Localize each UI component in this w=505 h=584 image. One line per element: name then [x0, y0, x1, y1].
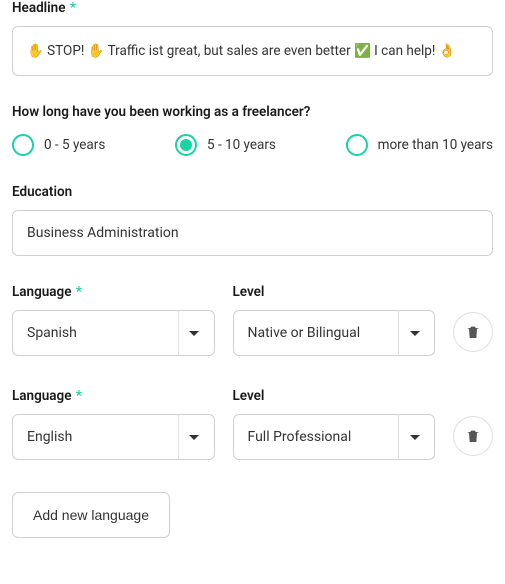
level-select[interactable]: Native or Bilingual — [233, 310, 436, 356]
education-label: Education — [12, 184, 493, 200]
freelancer-duration-field: How long have you been working as a free… — [12, 104, 493, 156]
language-column: Language * Spanish — [12, 284, 215, 356]
language-label: Language * — [12, 284, 215, 300]
headline-input[interactable]: ✋ STOP! ✋ Traffic ist great, but sales a… — [12, 26, 493, 76]
language-select-wrap: Spanish — [12, 310, 215, 356]
language-select-wrap: English — [12, 414, 215, 460]
radio-option-0-5[interactable]: 0 - 5 years — [12, 134, 105, 156]
required-asterisk: * — [76, 284, 82, 300]
language-select[interactable]: English — [12, 414, 215, 460]
radio-circle-icon — [12, 134, 34, 156]
level-column: Level Full Professional — [233, 388, 436, 460]
language-label-text: Language — [12, 284, 72, 300]
language-row: Language * Spanish Level Native or Bilin… — [12, 284, 493, 356]
radio-circle-icon — [175, 134, 197, 156]
delete-language-button[interactable] — [453, 416, 493, 456]
freelancer-duration-radio-group: 0 - 5 years 5 - 10 years more than 10 ye… — [12, 134, 493, 156]
level-label: Level — [233, 284, 436, 300]
required-asterisk: * — [76, 388, 82, 404]
language-label: Language * — [12, 388, 215, 404]
language-column: Language * English — [12, 388, 215, 460]
radio-circle-icon — [346, 134, 368, 156]
trash-icon — [465, 324, 481, 340]
language-select[interactable]: Spanish — [12, 310, 215, 356]
level-select-wrap: Native or Bilingual — [233, 310, 436, 356]
trash-icon — [465, 428, 481, 444]
freelancer-duration-label: How long have you been working as a free… — [12, 104, 493, 120]
headline-label-text: Headline — [12, 0, 66, 16]
education-field: Education Business Administration — [12, 184, 493, 256]
headline-label: Headline * — [12, 0, 493, 16]
level-select-wrap: Full Professional — [233, 414, 436, 460]
level-column: Level Native or Bilingual — [233, 284, 436, 356]
required-asterisk: * — [70, 0, 76, 16]
level-label: Level — [233, 388, 436, 404]
delete-language-button[interactable] — [453, 312, 493, 352]
language-label-text: Language — [12, 388, 72, 404]
education-input[interactable]: Business Administration — [12, 210, 493, 256]
level-select[interactable]: Full Professional — [233, 414, 436, 460]
headline-field: Headline * ✋ STOP! ✋ Traffic ist great, … — [12, 0, 493, 76]
radio-option-10-plus[interactable]: more than 10 years — [346, 134, 493, 156]
add-language-button[interactable]: Add new language — [12, 492, 170, 538]
radio-label: 0 - 5 years — [44, 137, 105, 153]
radio-option-5-10[interactable]: 5 - 10 years — [175, 134, 276, 156]
radio-label: more than 10 years — [378, 137, 493, 153]
radio-label: 5 - 10 years — [207, 137, 276, 153]
language-row: Language * English Level Full Profession… — [12, 388, 493, 460]
